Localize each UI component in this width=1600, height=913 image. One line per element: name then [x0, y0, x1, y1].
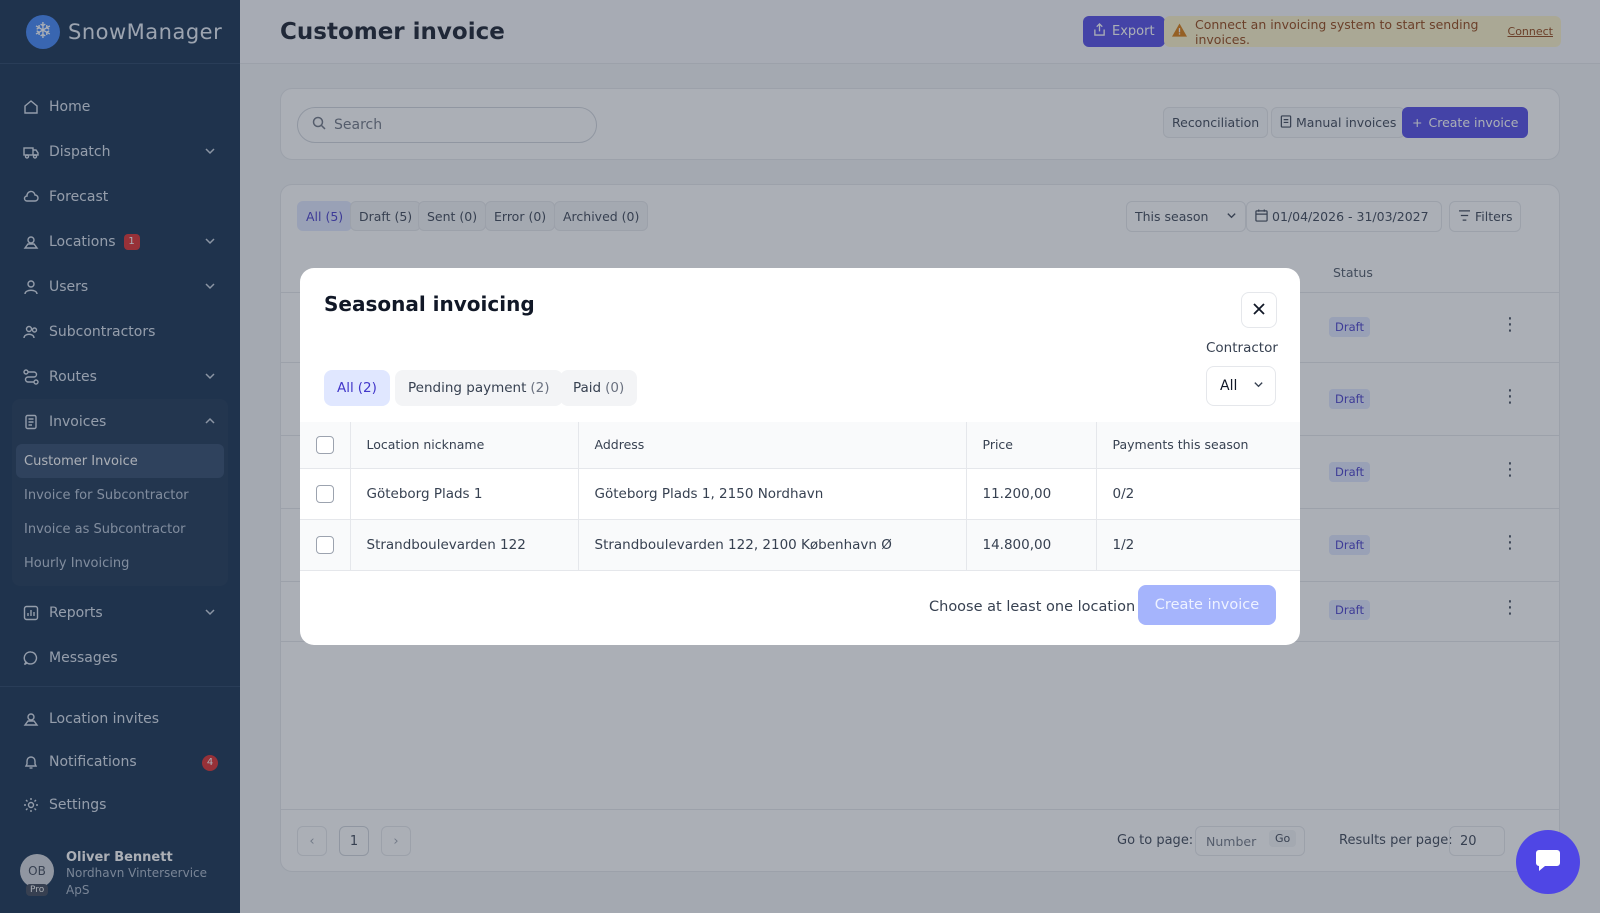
select-all-cell	[300, 422, 351, 469]
column-header-location-nickname[interactable]: Location nickname	[350, 422, 579, 469]
row-select-cell	[300, 519, 351, 571]
close-icon	[1252, 301, 1266, 320]
location-nickname-cell: Göteborg Plads 1	[350, 468, 579, 520]
modal-tab-all[interactable]: All (2)	[324, 370, 390, 406]
modal-tab-label: Paid	[573, 380, 602, 396]
table-row[interactable]: Strandboulevarden 122 Strandboulevarden …	[300, 519, 1300, 571]
address-cell: Strandboulevarden 122, 2100 København Ø	[578, 519, 967, 571]
payments-cell: 1/2	[1096, 519, 1300, 571]
address-cell: Göteborg Plads 1, 2150 Nordhavn	[578, 468, 967, 520]
contractor-label: Contractor	[1206, 340, 1278, 356]
select-all-checkbox[interactable]	[316, 435, 334, 454]
modal-tab-pending-payment[interactable]: Pending payment (2)	[395, 370, 563, 406]
price-cell: 14.800,00	[966, 519, 1097, 571]
row-select-cell	[300, 468, 351, 520]
row-checkbox[interactable]	[316, 535, 334, 554]
chat-icon	[1535, 848, 1561, 876]
modal-tab-label: Pending payment	[408, 380, 527, 396]
row-checkbox[interactable]	[316, 484, 334, 503]
location-nickname-cell: Strandboulevarden 122	[350, 519, 579, 571]
contractor-select[interactable]: All	[1206, 366, 1276, 406]
modal-tab-count: (0)	[605, 380, 625, 396]
modal-tab-label: All	[337, 380, 354, 396]
modal-tab-count: (2)	[530, 380, 550, 396]
seasonal-invoicing-modal: Seasonal invoicing All (2) Pending payme…	[300, 268, 1300, 645]
table-row[interactable]: Göteborg Plads 1 Göteborg Plads 1, 2150 …	[300, 468, 1300, 520]
table-header-row: Location nickname Address Price Payments…	[300, 422, 1300, 469]
modal-tab-count: (2)	[357, 380, 377, 396]
column-header-price[interactable]: Price	[966, 422, 1097, 469]
payments-cell: 0/2	[1096, 468, 1300, 520]
modal-tab-paid[interactable]: Paid (0)	[560, 370, 638, 406]
modal-title: Seasonal invoicing	[324, 292, 535, 316]
contractor-select-value: All	[1220, 378, 1238, 394]
price-cell: 11.200,00	[966, 468, 1097, 520]
chevron-down-icon	[1253, 378, 1264, 394]
column-header-address[interactable]: Address	[578, 422, 967, 469]
selection-hint: Choose at least one location	[929, 599, 1136, 615]
create-invoice-button-disabled[interactable]: Create invoice	[1138, 585, 1276, 625]
close-button[interactable]	[1241, 292, 1277, 328]
chat-launcher-button[interactable]	[1516, 830, 1580, 894]
column-header-payments[interactable]: Payments this season	[1096, 422, 1300, 469]
locations-table: Location nickname Address Price Payments…	[300, 422, 1300, 571]
